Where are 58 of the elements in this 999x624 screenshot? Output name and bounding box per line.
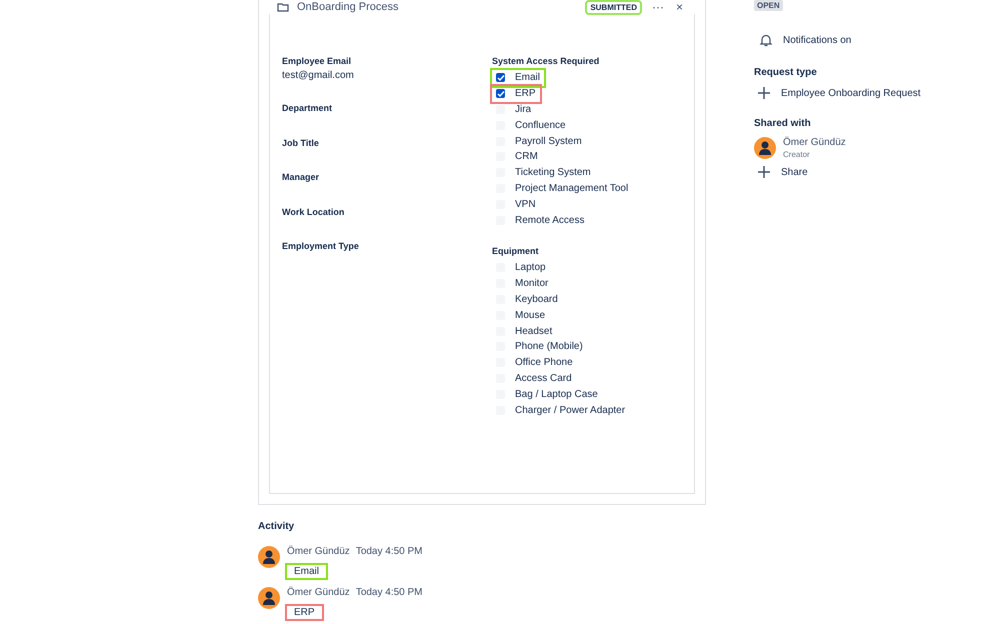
status-badge: SUBMITTED [587,2,640,12]
avatar-icon [754,137,776,159]
checkbox-option[interactable]: VPN [492,196,540,212]
checkbox-option[interactable]: Headset [492,323,556,339]
field-label: Manager [282,172,320,182]
checkbox-option[interactable]: CRM [492,148,542,165]
request-type-value: Employee Onboarding Request [781,88,921,98]
checkbox[interactable] [496,89,505,98]
activity-heading: Activity [258,521,296,532]
checkbox[interactable] [496,104,505,114]
checkbox-option[interactable]: Payroll System [492,133,586,149]
avatar-icon [258,546,280,568]
checkbox-option[interactable]: Office Phone [492,354,577,371]
checkbox-option[interactable]: Jira [492,102,536,118]
checkbox-option[interactable]: Mouse [492,307,550,324]
plus-icon [757,86,771,100]
person-name: Ömer Gündüz [783,137,846,148]
checkbox-option[interactable]: Access Card [492,370,576,386]
field-label: Department [282,103,334,113]
checkbox-option[interactable]: Bag / Laptop Case [492,386,602,402]
checkbox-option[interactable]: Keyboard [492,292,562,308]
checkbox[interactable] [496,73,505,82]
checkbox-option[interactable]: Ticketing System [492,164,595,181]
author-name: Ömer Gündüz [287,587,350,598]
timestamp: Today 4:50 PM [356,546,423,557]
plus-icon [757,165,771,179]
folder-icon [277,2,289,12]
status-lozenge: OPEN [754,0,783,11]
checkbox-option[interactable]: Monitor [492,276,552,292]
section-heading: Shared with [754,118,812,129]
field-label: Employee Email [282,56,352,66]
checkbox-option[interactable]: Email [492,70,544,86]
group-label: System Access Required [492,56,600,66]
activity-text: Email [287,565,326,578]
checkbox-option[interactable]: Confluence [492,117,570,134]
request-title: OnBoarding Process [297,1,400,13]
field-label: Employment Type [282,241,360,251]
bell-icon [759,33,773,47]
group-label: Equipment [492,246,540,256]
checkbox-option[interactable]: Charger / Power Adapter [492,402,630,418]
person-role: Creator [783,150,811,159]
checkbox-option[interactable]: Project Management Tool [492,180,632,196]
field-label: Work Location [282,206,346,216]
field-value: test@gmail.com [282,70,355,81]
more-button[interactable]: ··· [652,1,664,13]
timestamp: Today 4:50 PM [356,587,423,598]
share-link[interactable]: Share [781,166,808,178]
checkbox-option[interactable]: Laptop [492,260,550,276]
notifications-toggle[interactable]: Notifications on [783,34,852,46]
avatar-icon [258,587,280,609]
activity-text: ERP [287,606,322,619]
checkbox-option[interactable]: ERP [492,86,540,102]
checkbox-option[interactable]: Remote Access [492,212,588,228]
checkbox-option[interactable]: Phone (Mobile) [492,338,587,355]
close-button[interactable]: × [676,1,683,13]
section-heading: Request type [754,67,818,78]
field-label: Job Title [282,138,320,148]
author-name: Ömer Gündüz [287,546,350,557]
